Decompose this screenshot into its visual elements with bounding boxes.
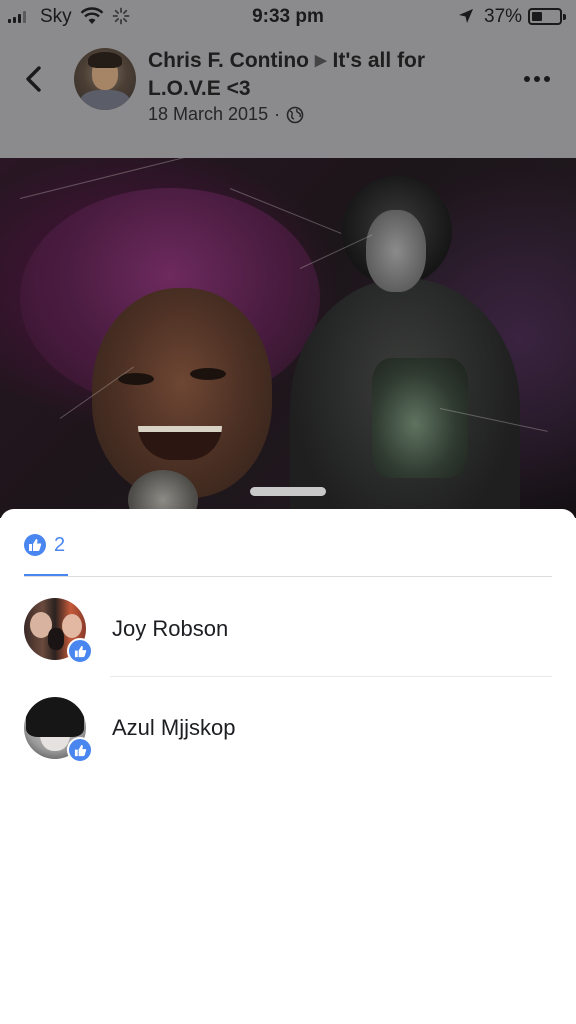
like-icon (67, 737, 93, 763)
sheet-drag-handle[interactable] (250, 487, 326, 496)
tab-likes[interactable]: 2 (24, 531, 65, 559)
person-name[interactable]: Joy Robson (112, 616, 228, 642)
chevron-left-icon (26, 66, 41, 92)
dimmed-background: Sky 9:33 pm 37% Chris F. Contino ▶ It's … (0, 0, 576, 158)
status-bar: Sky 9:33 pm 37% (0, 0, 576, 34)
author-name[interactable]: Chris F. Contino (148, 49, 309, 72)
like-icon (67, 638, 93, 664)
like-count: 2 (54, 533, 66, 556)
tab-divider (24, 576, 552, 577)
author-avatar[interactable] (74, 48, 136, 110)
like-icon (24, 534, 46, 556)
list-item[interactable]: Joy Robson (0, 578, 576, 676)
battery-icon (528, 8, 566, 25)
list-item[interactable]: Azul Mjjskop (0, 677, 576, 775)
post-meta: 18 March 2015 · (148, 104, 304, 125)
post-photo[interactable] (0, 158, 576, 518)
back-button[interactable] (20, 64, 50, 94)
battery-level (532, 12, 542, 21)
post-header: Chris F. Contino ▶ It's all for L.O.V.E <3… (0, 40, 576, 150)
meta-separator: · (274, 104, 281, 124)
location-arrow-icon (459, 9, 473, 23)
battery-percent: 37% (484, 6, 523, 27)
triangle-right-icon: ▶ (315, 52, 327, 69)
post-title: Chris F. Contino ▶ It's all for L.O.V.E <3 (148, 48, 488, 102)
person-name[interactable]: Azul Mjjskop (112, 715, 235, 741)
globe-icon (286, 106, 304, 123)
reactions-sheet: 2 Joy Robson Azul Mjjskop (0, 509, 576, 1024)
post-date[interactable]: 18 March 2015 (148, 104, 268, 125)
more-button[interactable] (524, 76, 550, 82)
more-horizontal-icon (524, 76, 530, 82)
